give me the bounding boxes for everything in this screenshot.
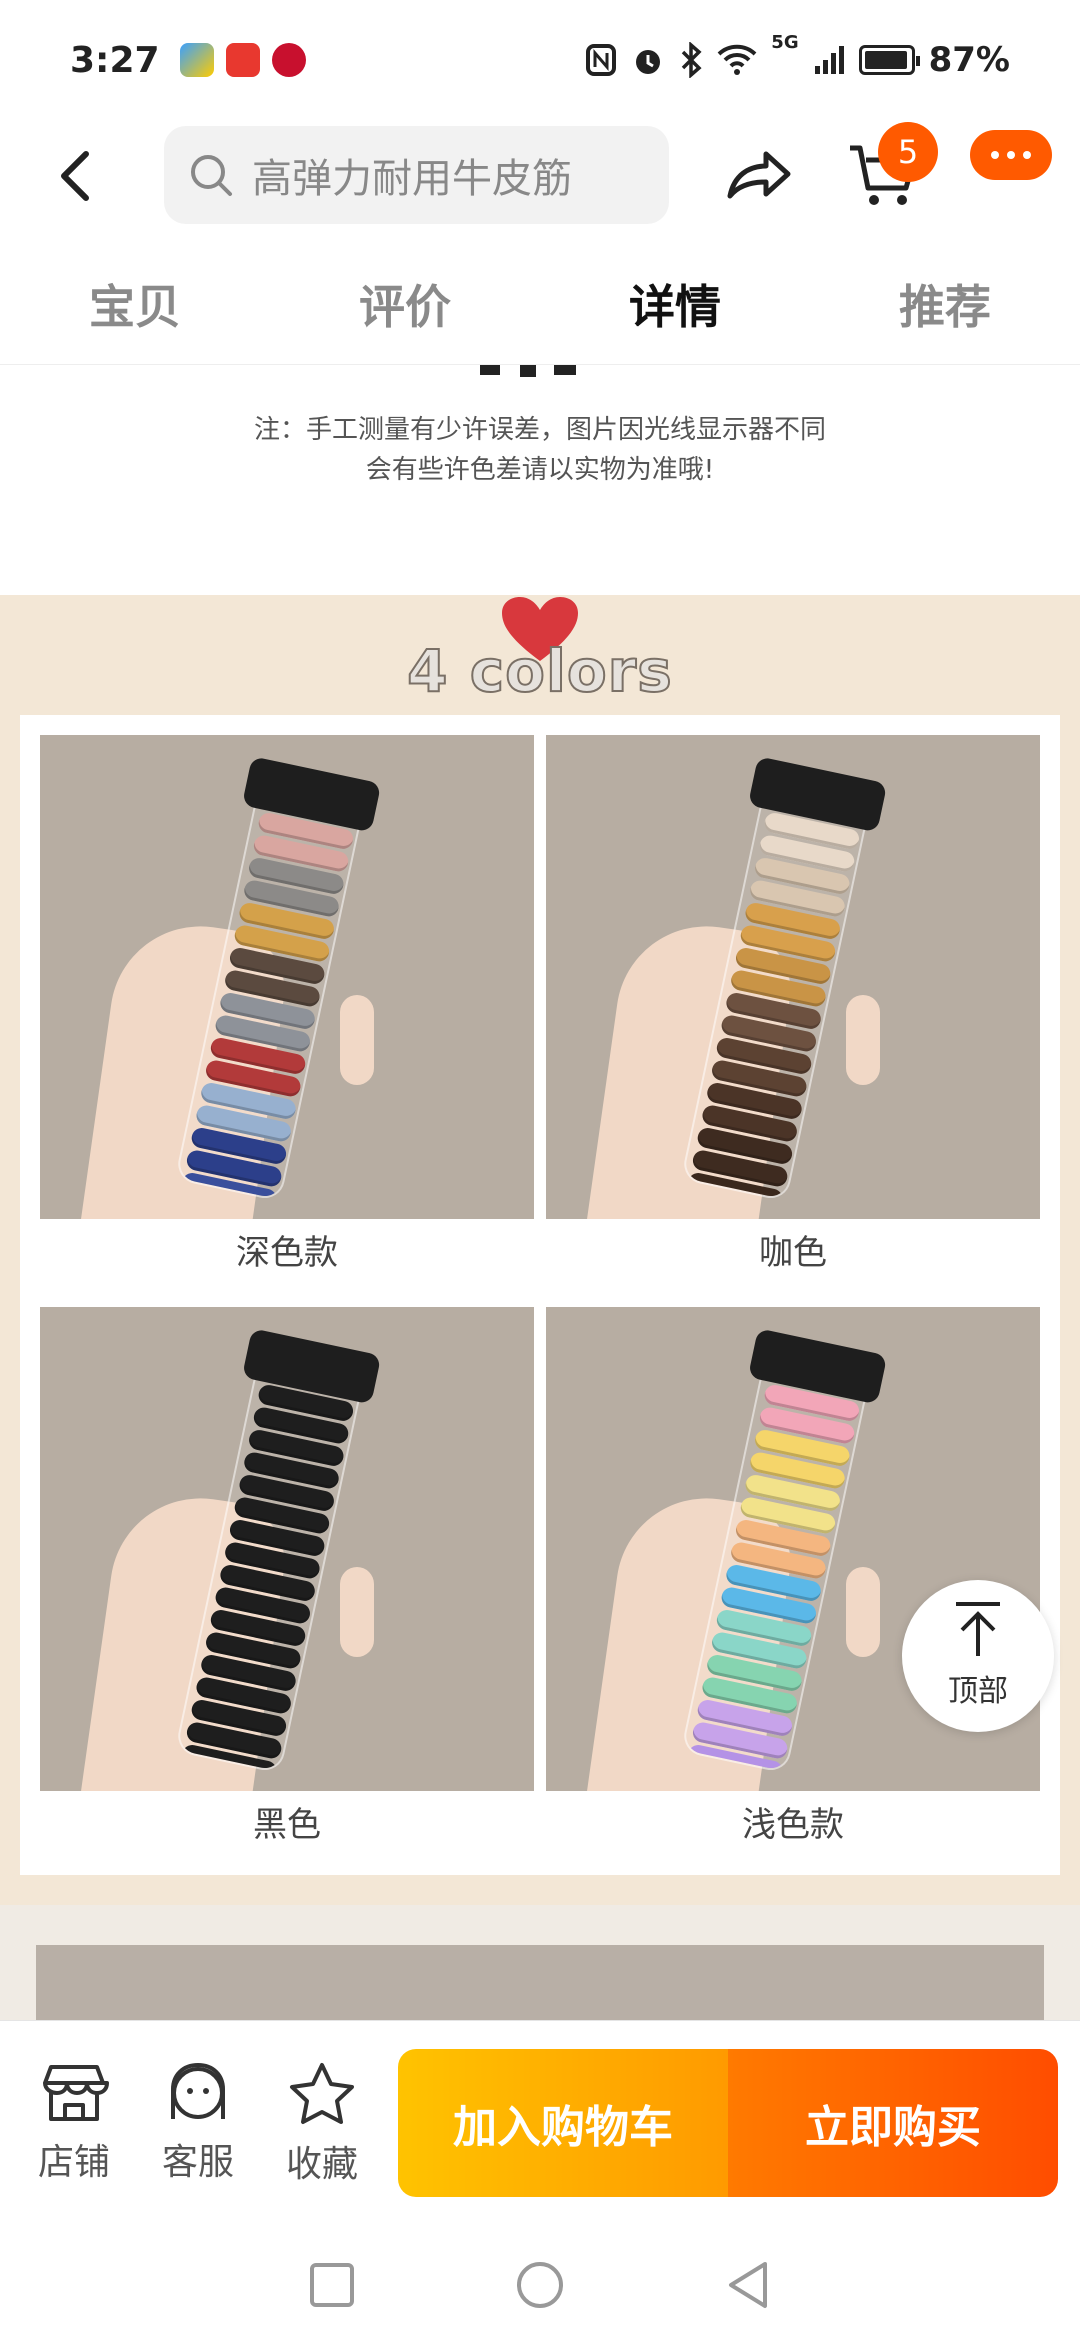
tab-recommend[interactable]: 推荐 (810, 250, 1080, 364)
signal-icon (814, 46, 844, 74)
back-icon[interactable] (725, 2260, 771, 2310)
favorite-label: 收藏 (285, 2144, 358, 2185)
arrow-up-icon (956, 1602, 1000, 1656)
customer-service-button[interactable]: 客服 (148, 2061, 248, 2185)
favorite-button[interactable]: 收藏 (272, 2061, 372, 2187)
scroll-to-top-button[interactable]: 顶部 (902, 1580, 1054, 1732)
finger-shape (340, 1567, 374, 1657)
variant-photo (40, 735, 534, 1219)
cart-count-badge: 5 (878, 122, 938, 182)
add-to-cart-button[interactable]: 加入购物车 (398, 2049, 728, 2197)
variant-label: 咖色 (759, 1233, 827, 1273)
purchase-buttons: 加入购物车 立即购买 (398, 2049, 1058, 2197)
next-image-preview (36, 1945, 1044, 2025)
cut-off-heading-fragment (480, 365, 576, 377)
finger-shape (846, 1567, 880, 1657)
battery-icon (858, 45, 920, 75)
more-dot (991, 151, 999, 159)
home-icon[interactable] (515, 2260, 565, 2310)
variant-card[interactable]: 深色款 (40, 735, 534, 1287)
variant-label: 黑色 (253, 1805, 321, 1845)
network-type: 5G (771, 32, 799, 53)
status-time: 3:27 (70, 39, 160, 81)
more-dot (1023, 151, 1031, 159)
nfc-icon (586, 44, 617, 76)
customer-service-icon (171, 2062, 225, 2119)
customer-service-label: 客服 (161, 2142, 234, 2183)
buy-now-button[interactable]: 立即购买 (728, 2049, 1058, 2197)
star-icon (290, 2063, 354, 2124)
scroll-to-top-label: 顶部 (948, 1674, 1008, 1709)
system-navigation-bar (0, 2230, 1080, 2340)
shop-icon (43, 2065, 109, 2121)
finger-shape (340, 995, 374, 1085)
battery-percent: 87% (928, 40, 1010, 80)
variant-photo (546, 735, 1040, 1219)
wifi-icon (717, 44, 757, 75)
search-input[interactable]: 高弹力耐用牛皮筋 (164, 126, 669, 224)
recent-apps-icon[interactable] (309, 2262, 355, 2308)
top-nav-bar: 高弹力耐用牛皮筋 5 (0, 120, 1080, 230)
status-notification-icons (179, 43, 306, 77)
variant-label: 深色款 (236, 1233, 338, 1273)
tab-reviews[interactable]: 评价 (270, 250, 540, 364)
shop-button[interactable]: 店铺 (24, 2061, 124, 2185)
detail-tabs: 宝贝 评价 详情 推荐 (0, 250, 1080, 365)
more-dot (1007, 151, 1015, 159)
note-line-2: 会有些许色差请以实物为准哦! (365, 455, 715, 485)
tab-details[interactable]: 详情 (540, 250, 810, 364)
bottom-action-bar: 店铺 客服 收藏 加入购物车 立即购买 (0, 2020, 1080, 2230)
variant-label: 浅色款 (742, 1805, 844, 1845)
share-icon[interactable] (724, 144, 794, 204)
notification-app-icon (225, 43, 260, 77)
back-arrow-icon[interactable] (52, 148, 102, 204)
variant-photo (40, 1307, 534, 1791)
notification-app-icon (271, 43, 306, 77)
variant-card[interactable]: 咖色 (546, 735, 1040, 1287)
shop-label: 店铺 (37, 2142, 110, 2183)
variant-card[interactable]: 黑色 (40, 1307, 534, 1859)
next-detail-image (0, 1905, 1080, 2025)
alarm-icon (636, 50, 661, 74)
bluetooth-icon (682, 42, 702, 78)
search-placeholder: 高弹力耐用牛皮筋 (252, 156, 572, 202)
tab-item[interactable]: 宝贝 (0, 250, 270, 364)
status-bar: 3:27 5G 87% (0, 0, 1080, 120)
finger-shape (846, 995, 880, 1085)
colors-title: 4 colors (406, 636, 673, 706)
notification-app-icon (179, 43, 214, 77)
measurement-note: 注：手工测量有少许误差，图片因光线显示器不同 会有些许色差请以实物为准哦! (0, 365, 1080, 595)
search-icon (191, 155, 232, 196)
more-menu-button[interactable] (970, 130, 1052, 180)
note-line-1: 注：手工测量有少许误差，图片因光线显示器不同 (253, 415, 826, 445)
